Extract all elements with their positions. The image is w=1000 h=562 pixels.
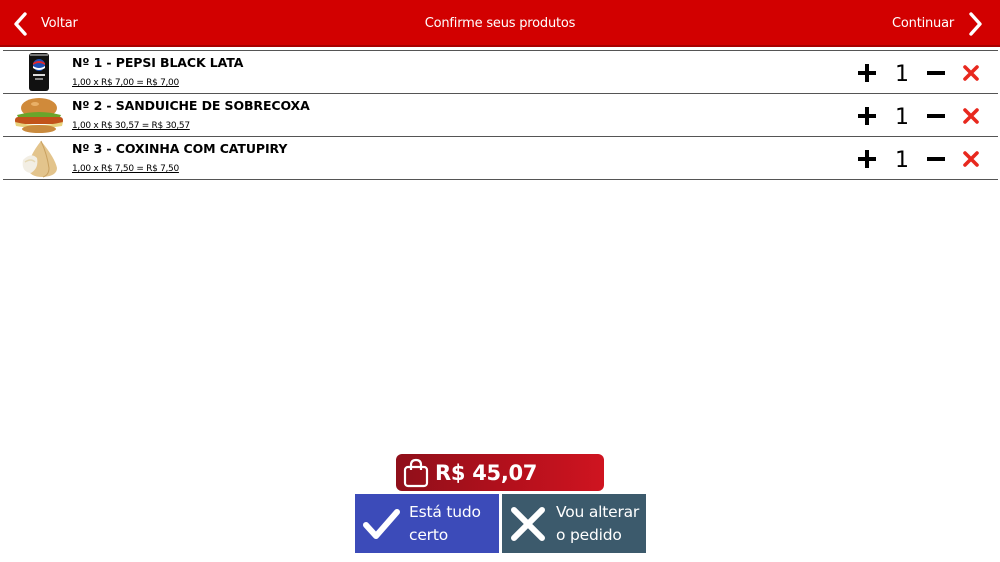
back-label: Voltar <box>41 16 78 31</box>
quantity-value: 1 <box>895 62 909 87</box>
chevron-right-icon <box>969 11 982 36</box>
plus-icon <box>858 149 876 168</box>
minus-icon <box>927 156 945 161</box>
confirm-label-line1: Está tudo <box>409 502 481 521</box>
item-price-line: 1,00 x R$ 7,50 = R$ 7,50 <box>72 164 179 174</box>
list-item: Nº 2 - SANDUICHE DE SOBRECOXA 1,00 x R$ … <box>3 94 998 137</box>
product-list: Nº 1 - PEPSI BLACK LATA 1,00 x R$ 7,00 =… <box>3 50 998 180</box>
confirm-order-label: Está tudo certo <box>409 501 481 547</box>
change-label-line1: Vou alterar <box>556 502 640 521</box>
close-icon <box>963 107 979 124</box>
decrease-quantity-button[interactable] <box>925 94 947 137</box>
change-order-label: Vou alterar o pedido <box>556 501 639 547</box>
list-item: Nº 3 - COXINHA COM CATUPIRY 1,00 x R$ 7,… <box>3 137 998 180</box>
item-name: Nº 1 - PEPSI BLACK LATA <box>72 55 244 70</box>
minus-icon <box>927 70 945 75</box>
item-price-line: 1,00 x R$ 7,00 = R$ 7,00 <box>72 78 179 88</box>
decrease-quantity-button[interactable] <box>925 51 947 94</box>
item-name: Nº 2 - SANDUICHE DE SOBRECOXA <box>72 98 310 113</box>
quantity-value: 1 <box>895 148 909 173</box>
close-icon <box>511 506 545 541</box>
top-bar: Voltar Confirme seus produtos Continuar <box>0 0 1000 47</box>
page-title: Confirme seus produtos <box>424 16 576 31</box>
minus-icon <box>927 113 945 118</box>
chicken-sandwich-image <box>15 98 63 133</box>
plus-icon <box>858 63 876 82</box>
item-name: Nº 3 - COXINHA COM CATUPIRY <box>72 141 288 156</box>
close-icon <box>963 150 979 167</box>
remove-item-button[interactable] <box>960 94 982 137</box>
coxinha-image <box>22 140 57 178</box>
decrease-quantity-button[interactable] <box>925 137 947 180</box>
list-item: Nº 1 - PEPSI BLACK LATA 1,00 x R$ 7,00 =… <box>3 51 998 94</box>
close-icon <box>963 64 979 81</box>
change-label-line2: o pedido <box>556 525 622 544</box>
back-button[interactable]: Voltar <box>10 0 78 47</box>
confirm-order-button[interactable]: Está tudo certo <box>355 494 499 553</box>
remove-item-button[interactable] <box>960 137 982 180</box>
change-order-button[interactable]: Vou alterar o pedido <box>502 494 646 553</box>
order-total-badge: R$ 45,07 <box>396 454 604 491</box>
increase-quantity-button[interactable] <box>855 94 879 137</box>
confirm-label-line2: certo <box>409 525 448 544</box>
continue-label: Continuar <box>892 16 954 31</box>
order-total-value: R$ 45,07 <box>435 460 538 485</box>
increase-quantity-button[interactable] <box>855 51 879 94</box>
quantity-value: 1 <box>895 105 909 130</box>
pepsi-can-image <box>29 53 49 91</box>
plus-icon <box>858 106 876 125</box>
remove-item-button[interactable] <box>960 51 982 94</box>
check-icon <box>363 508 400 539</box>
continue-button[interactable]: Continuar <box>892 0 986 47</box>
shopping-bag-icon <box>403 458 429 487</box>
chevron-left-icon <box>14 11 27 36</box>
item-price-line: 1,00 x R$ 30,57 = R$ 30,57 <box>72 121 190 131</box>
increase-quantity-button[interactable] <box>855 137 879 180</box>
